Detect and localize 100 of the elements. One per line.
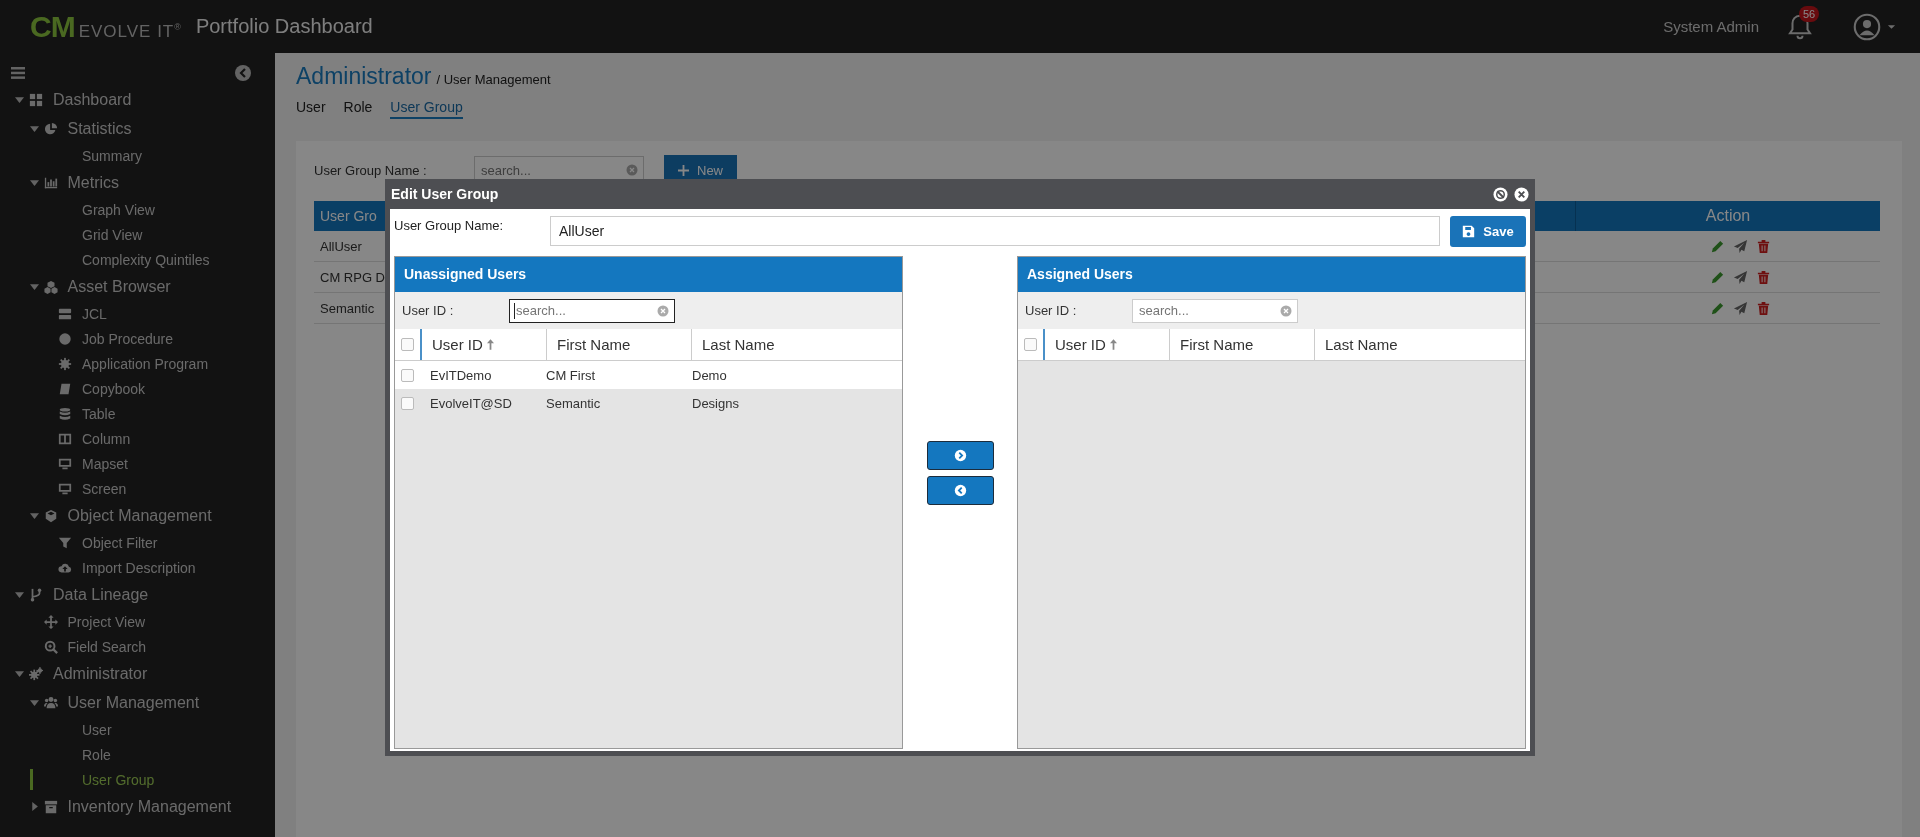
column-header[interactable]: Last Name bbox=[1315, 329, 1525, 360]
sidebar-item[interactable]: Metrics bbox=[0, 168, 275, 197]
gear-icon bbox=[58, 356, 72, 371]
sidebar-item[interactable]: User Management bbox=[0, 688, 275, 717]
menu-icon[interactable] bbox=[11, 67, 25, 79]
paper-plane-icon[interactable] bbox=[1732, 238, 1748, 254]
sidebar-item[interactable]: User bbox=[0, 717, 275, 742]
caret-down-icon[interactable] bbox=[15, 669, 24, 678]
sidebar-item[interactable]: Data Lineage bbox=[0, 580, 275, 609]
sidebar-item[interactable]: Job Procedure bbox=[0, 326, 275, 351]
search-field[interactable]: search... bbox=[509, 298, 675, 323]
column-header[interactable]: Last Name bbox=[692, 329, 902, 360]
pie-chart-icon bbox=[43, 121, 58, 136]
circle-icon bbox=[58, 331, 72, 346]
field-label: User ID : bbox=[402, 303, 455, 318]
gears-icon bbox=[29, 666, 43, 681]
sidebar-item[interactable]: Inventory Management bbox=[0, 792, 275, 821]
caret-down-icon[interactable] bbox=[29, 511, 39, 520]
caret-down-icon[interactable] bbox=[29, 698, 39, 707]
panel-title: Assigned Users bbox=[1018, 257, 1525, 292]
table-cell-text: Semantic bbox=[545, 395, 602, 411]
panel-title: Unassigned Users bbox=[395, 257, 902, 292]
tab[interactable]: User bbox=[296, 99, 326, 119]
sidebar-item[interactable]: Object Filter bbox=[0, 530, 275, 555]
users-icon bbox=[43, 695, 58, 710]
clear-icon[interactable] bbox=[657, 304, 669, 317]
field-label: User Group Name: bbox=[394, 217, 505, 233]
sidebar-item[interactable]: Summary bbox=[0, 143, 275, 168]
close-icon[interactable] bbox=[1514, 186, 1529, 202]
chevron-right-icon bbox=[953, 448, 967, 462]
move-right-button[interactable] bbox=[926, 440, 994, 470]
trash-icon[interactable] bbox=[1755, 269, 1771, 285]
caret-right-icon[interactable] bbox=[29, 802, 39, 811]
notification-badge: 56 bbox=[1799, 5, 1820, 22]
caret-down-icon[interactable] bbox=[15, 95, 24, 104]
caret-down-icon[interactable] bbox=[29, 282, 39, 291]
grid-icon bbox=[29, 92, 43, 107]
column-header[interactable]: User ID bbox=[422, 329, 547, 360]
sidebar-item[interactable]: Administrator bbox=[0, 659, 275, 688]
plus-icon bbox=[678, 164, 689, 176]
sidebar-item[interactable]: Project View bbox=[0, 609, 275, 634]
sidebar-item[interactable]: Role bbox=[0, 742, 275, 767]
sidebar-item[interactable]: Asset Browser bbox=[0, 272, 275, 301]
table-cell: CM RPG D bbox=[320, 269, 385, 285]
move-left-button[interactable] bbox=[926, 475, 994, 505]
paper-plane-icon[interactable] bbox=[1732, 300, 1748, 316]
checkbox[interactable] bbox=[401, 396, 414, 410]
caret-icon[interactable] bbox=[1887, 23, 1896, 30]
pencil-icon[interactable] bbox=[1709, 238, 1725, 254]
caret-down-icon[interactable] bbox=[29, 178, 39, 187]
sidebar-item[interactable]: User Group bbox=[0, 767, 275, 792]
column-header[interactable]: First Name bbox=[1170, 329, 1315, 360]
trash-icon[interactable] bbox=[1755, 300, 1771, 316]
sidebar-item[interactable]: Copybook bbox=[0, 376, 275, 401]
user-name: System Admin bbox=[1663, 18, 1759, 35]
sidebar-item[interactable]: Graph View bbox=[0, 197, 275, 222]
user-avatar-icon[interactable] bbox=[1853, 12, 1881, 41]
group-name-field[interactable]: AllUser bbox=[550, 216, 1440, 246]
sidebar-item[interactable]: Column bbox=[0, 426, 275, 451]
trash-icon[interactable] bbox=[1755, 238, 1771, 254]
logo-text: EVOLVE IT$^{®}$ bbox=[78, 21, 182, 42]
clear-icon[interactable] bbox=[1280, 304, 1292, 317]
sidebar-item[interactable]: Statistics bbox=[0, 114, 275, 143]
caret-down-icon[interactable] bbox=[29, 124, 39, 133]
checkbox[interactable] bbox=[401, 368, 414, 382]
table-cell-text: CM First bbox=[545, 367, 597, 383]
app-title: Portfolio Dashboard bbox=[195, 15, 373, 38]
checkbox[interactable] bbox=[401, 338, 414, 351]
restore-icon[interactable] bbox=[1493, 186, 1508, 202]
sidebar-item[interactable]: Complexity Quintiles bbox=[0, 247, 275, 272]
table-cell-text: Designs bbox=[691, 395, 739, 411]
sidebar-item[interactable]: Import Description bbox=[0, 555, 275, 580]
clear-icon[interactable] bbox=[626, 164, 638, 176]
column-header[interactable]: Action bbox=[1575, 201, 1880, 231]
tab[interactable]: User Group bbox=[390, 99, 463, 119]
sidebar-item[interactable]: Dashboard bbox=[0, 85, 275, 114]
sort-arrow-icon bbox=[486, 339, 494, 350]
sidebar-item[interactable]: Object Management bbox=[0, 501, 275, 530]
search-icon bbox=[43, 639, 58, 654]
sidebar-item[interactable]: Application Program bbox=[0, 351, 275, 376]
column-header[interactable]: User ID bbox=[1045, 329, 1170, 360]
sidebar-item[interactable]: JCL bbox=[0, 301, 275, 326]
sidebar-item[interactable]: Field Search bbox=[0, 634, 275, 659]
chevron-left-icon[interactable] bbox=[235, 65, 251, 81]
save-button[interactable]: Save bbox=[1450, 215, 1526, 247]
sidebar-item[interactable]: Grid View bbox=[0, 222, 275, 247]
caret-down-icon[interactable] bbox=[15, 590, 24, 599]
tab[interactable]: Role bbox=[343, 99, 373, 119]
sidebar-item[interactable]: Mapset bbox=[0, 451, 275, 476]
branch-icon bbox=[29, 587, 43, 602]
sidebar-item[interactable]: Screen bbox=[0, 476, 275, 501]
checkbox[interactable] bbox=[1024, 338, 1037, 351]
pencil-icon[interactable] bbox=[1709, 269, 1725, 285]
page-title: Administrator bbox=[296, 63, 432, 90]
move-icon bbox=[43, 614, 58, 629]
sidebar-item[interactable]: Table bbox=[0, 401, 275, 426]
column-header[interactable]: User Gro bbox=[314, 208, 389, 224]
column-header[interactable]: First Name bbox=[547, 329, 692, 360]
pencil-icon[interactable] bbox=[1709, 300, 1725, 316]
paper-plane-icon[interactable] bbox=[1732, 269, 1748, 285]
